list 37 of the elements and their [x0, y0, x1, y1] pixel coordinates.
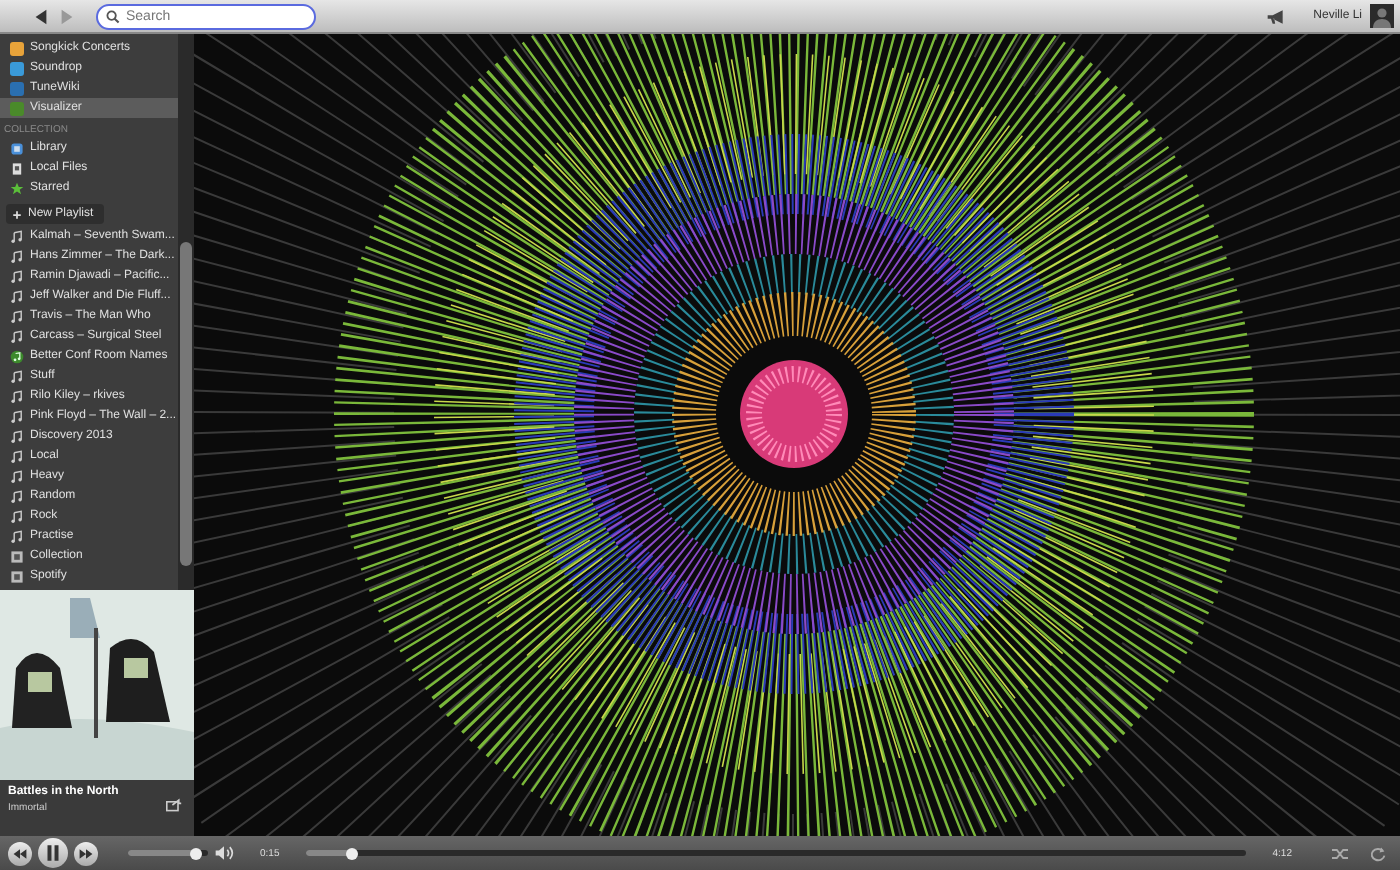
next-icon: [78, 845, 94, 861]
music-note-icon: [10, 409, 24, 423]
avatar[interactable]: [1370, 4, 1394, 28]
music-note-icon: [10, 429, 24, 443]
star-icon: [10, 181, 24, 195]
megaphone-icon[interactable]: [1265, 7, 1286, 25]
shared-playlist-icon: [10, 349, 24, 363]
next-button[interactable]: [74, 841, 98, 865]
previous-button[interactable]: [8, 841, 32, 865]
music-note-icon: [10, 329, 24, 343]
music-note-icon: [10, 249, 24, 263]
music-note-icon: [10, 389, 24, 403]
music-note-icon: [10, 509, 24, 523]
file-icon: [10, 161, 24, 175]
previous-icon: [12, 845, 28, 861]
music-note-icon: [10, 489, 24, 503]
music-note-icon: [10, 289, 24, 303]
music-note-icon: [10, 449, 24, 463]
music-note-icon: [10, 309, 24, 323]
music-note-icon: [10, 369, 24, 383]
share-icon[interactable]: [166, 798, 182, 812]
music-note-icon: [10, 529, 24, 543]
repeat-icon[interactable]: [1368, 845, 1388, 861]
speaker-icon[interactable]: [214, 844, 234, 862]
shuffle-icon[interactable]: [1330, 845, 1350, 861]
music-note-icon: [10, 229, 24, 243]
library-icon: [10, 141, 24, 155]
scrollbar[interactable]: [178, 34, 194, 590]
pause-button[interactable]: [38, 838, 68, 868]
search-icon: [106, 9, 120, 23]
music-note-icon: [10, 269, 24, 283]
music-note-icon: [10, 469, 24, 483]
volume-slider[interactable]: [128, 850, 208, 856]
progress-bar[interactable]: [305, 850, 1247, 856]
pause-icon: [42, 842, 64, 864]
back-icon[interactable]: [32, 7, 50, 25]
plus-icon: [12, 209, 22, 219]
